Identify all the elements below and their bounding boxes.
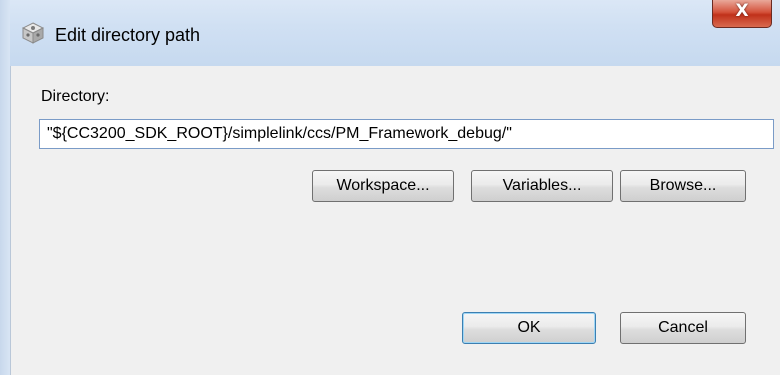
- cancel-button[interactable]: Cancel: [620, 312, 746, 344]
- directory-input[interactable]: [39, 119, 774, 149]
- edit-directory-dialog: Edit directory path X Directory: Workspa…: [0, 0, 780, 375]
- settings-cube-icon: [22, 22, 44, 44]
- browse-button[interactable]: Browse...: [620, 170, 746, 202]
- directory-label: Directory:: [41, 88, 110, 105]
- title-bar: Edit directory path X: [0, 0, 780, 67]
- close-icon: X: [735, 1, 749, 21]
- variables-button[interactable]: Variables...: [471, 170, 613, 202]
- dialog-title: Edit directory path: [55, 25, 201, 45]
- close-button[interactable]: X: [712, 0, 772, 28]
- window-frame-left: [0, 0, 10, 375]
- workspace-button[interactable]: Workspace...: [312, 170, 454, 202]
- ok-button[interactable]: OK: [462, 312, 596, 344]
- dialog-body: Directory: Workspace... Variables... Bro…: [10, 66, 780, 375]
